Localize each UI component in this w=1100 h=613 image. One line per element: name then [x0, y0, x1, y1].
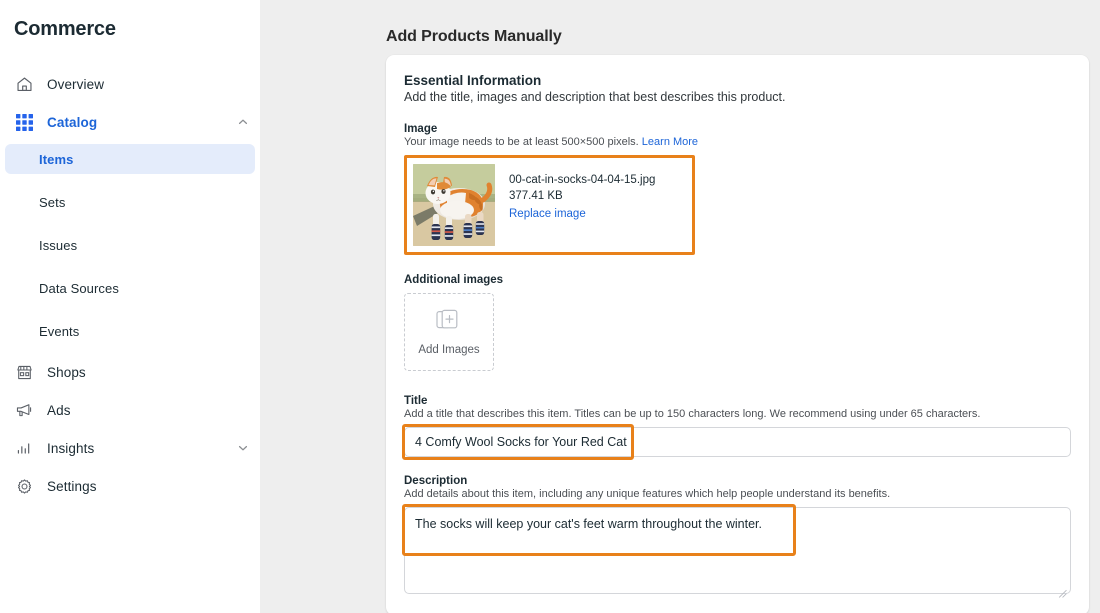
grid-icon	[14, 112, 34, 132]
sidebar-item-label: Shops	[47, 365, 86, 380]
gear-icon	[14, 476, 34, 496]
description-textarea[interactable]	[404, 507, 1071, 594]
sidebar-subitem-items[interactable]: Items	[5, 144, 255, 174]
sidebar-subitem-sets[interactable]: Sets	[5, 187, 255, 217]
add-images-icon	[436, 308, 462, 337]
sidebar-subitem-label: Items	[39, 152, 73, 167]
sidebar-subitem-issues[interactable]: Issues	[5, 230, 255, 260]
sidebar-item-overview[interactable]: Overview	[0, 65, 260, 103]
spacer	[0, 306, 260, 313]
sidebar-nav: Overview	[0, 65, 260, 505]
image-block: Image Your image needs to be at least 50…	[404, 123, 1071, 255]
title-help: Add a title that describes this item. Ti…	[404, 408, 1071, 420]
title-input[interactable]	[404, 427, 1071, 457]
add-images-label: Add Images	[418, 344, 479, 356]
additional-images-label: Additional images	[404, 274, 1071, 286]
sidebar-subitem-label: Issues	[39, 238, 77, 253]
sidebar-subitem-label: Events	[39, 324, 79, 339]
image-help: Your image needs to be at least 500×500 …	[404, 136, 1071, 148]
image-label: Image	[404, 123, 1071, 135]
sidebar-subitem-label: Sets	[39, 195, 65, 210]
description-block: Description Add details about this item,…	[404, 475, 1071, 599]
description-input-wrapper	[404, 507, 1071, 599]
sidebar-item-shops[interactable]: Shops	[0, 353, 260, 391]
main-content: Add Products Manually Essential Informat…	[260, 0, 1100, 613]
spacer	[0, 220, 260, 227]
section-subtitle: Add the title, images and description th…	[404, 90, 1071, 104]
spacer	[0, 263, 260, 270]
app-root: Commerce Overview	[0, 0, 1100, 613]
title-block: Title Add a title that describes this it…	[404, 395, 1071, 457]
image-annotation-box: 00-cat-in-socks-04-04-15.jpg 377.41 KB R…	[404, 155, 695, 255]
description-help: Add details about this item, including a…	[404, 488, 1071, 500]
uploaded-image-row: 00-cat-in-socks-04-04-15.jpg 377.41 KB R…	[407, 158, 692, 252]
catalog-subnav: Items Sets Issues Data Sources Events	[0, 144, 260, 346]
sidebar-item-label: Ads	[47, 403, 71, 418]
add-images-dropzone[interactable]: Add Images	[404, 293, 494, 371]
spacer	[0, 177, 260, 184]
image-thumbnail[interactable]	[413, 164, 495, 246]
sidebar-item-insights[interactable]: Insights	[0, 429, 260, 467]
store-icon	[14, 362, 34, 382]
page-title: Add Products Manually	[386, 28, 562, 46]
image-file-name: 00-cat-in-socks-04-04-15.jpg	[509, 172, 655, 188]
additional-images-block: Additional images Add Images	[404, 274, 1071, 371]
megaphone-icon	[14, 400, 34, 420]
sidebar: Commerce Overview	[0, 0, 260, 613]
sidebar-subitem-label: Data Sources	[39, 281, 119, 296]
sidebar-item-ads[interactable]: Ads	[0, 391, 260, 429]
sidebar-item-label: Insights	[47, 441, 94, 456]
section-title: Essential Information	[404, 73, 1071, 88]
brand-title: Commerce	[0, 0, 260, 41]
image-metadata: 00-cat-in-socks-04-04-15.jpg 377.41 KB R…	[509, 164, 655, 222]
bar-chart-icon	[14, 438, 34, 458]
replace-image-link[interactable]: Replace image	[509, 208, 586, 220]
image-file-size: 377.41 KB	[509, 188, 655, 204]
essential-information-card: Essential Information Add the title, ima…	[386, 55, 1089, 613]
home-icon	[14, 74, 34, 94]
sidebar-subitem-events[interactable]: Events	[5, 316, 255, 346]
description-label: Description	[404, 475, 1071, 487]
sidebar-item-label: Settings	[47, 479, 97, 494]
sidebar-item-label: Overview	[47, 77, 104, 92]
title-input-wrapper	[404, 427, 1071, 457]
learn-more-link[interactable]: Learn More	[642, 136, 698, 148]
sidebar-subitem-data-sources[interactable]: Data Sources	[5, 273, 255, 303]
sidebar-item-label: Catalog	[47, 115, 97, 130]
sidebar-item-catalog[interactable]: Catalog	[0, 103, 260, 141]
chevron-down-icon[interactable]	[236, 441, 250, 455]
chevron-up-icon[interactable]	[236, 115, 250, 129]
title-label: Title	[404, 395, 1071, 407]
image-help-text: Your image needs to be at least 500×500 …	[404, 136, 639, 148]
sidebar-item-settings[interactable]: Settings	[0, 467, 260, 505]
